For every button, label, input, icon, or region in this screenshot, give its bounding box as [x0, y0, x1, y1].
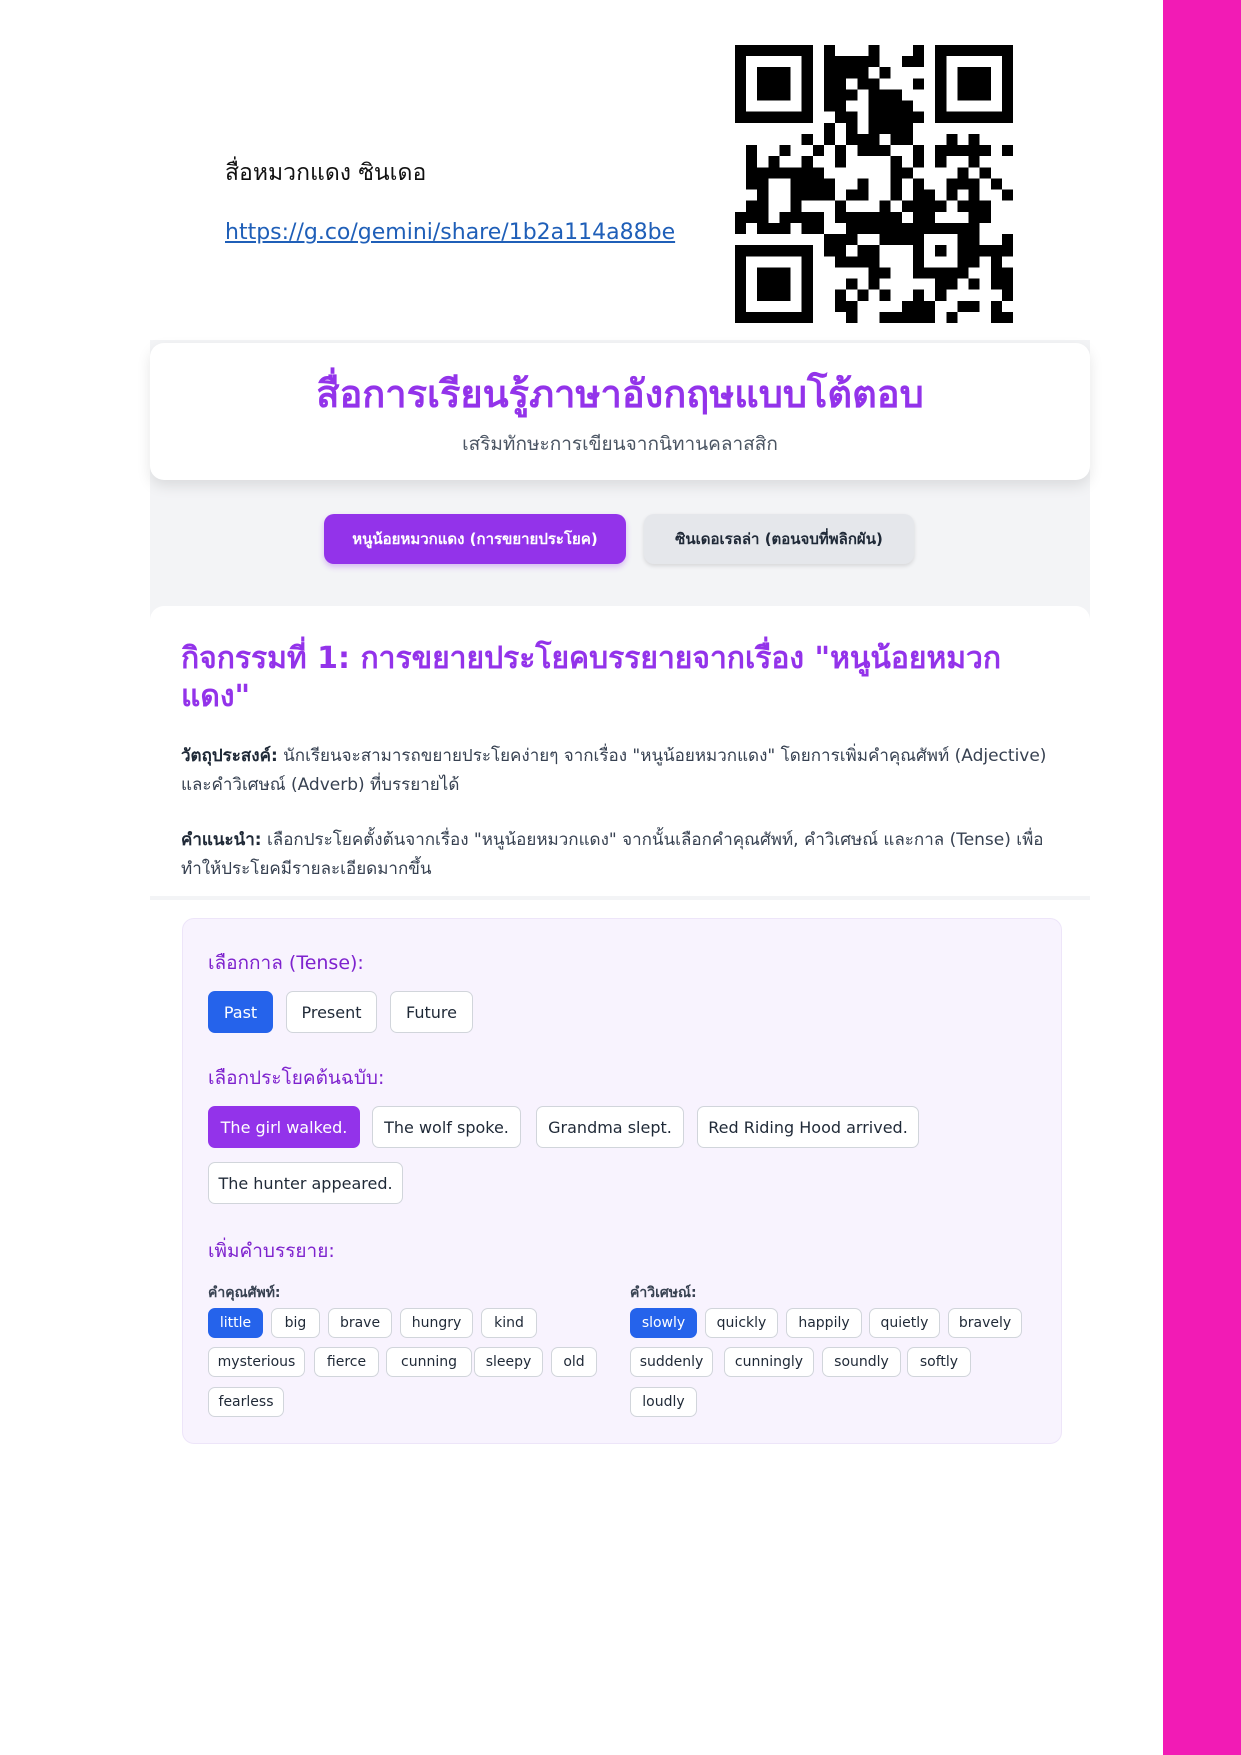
adverb-chip[interactable]: cunningly — [724, 1347, 814, 1377]
adjective-chip[interactable]: brave — [328, 1308, 392, 1338]
adverb-chip[interactable]: slowly — [630, 1308, 697, 1338]
objective-label: วัตถุประสงค์: — [181, 746, 278, 766]
sentence-section-label: เลือกประโยคต้นฉบับ: — [208, 1067, 385, 1089]
sentence-option[interactable]: Grandma slept. — [536, 1106, 684, 1148]
objective-text: นักเรียนจะสามารถขยายประโยคง่ายๆ จากเรื่อ… — [181, 746, 1047, 795]
adjective-chip[interactable]: little — [208, 1308, 263, 1338]
tense-option[interactable]: Past — [208, 991, 273, 1033]
adverb-chip[interactable]: soundly — [822, 1347, 901, 1377]
tab-red-riding-hood[interactable]: หนูน้อยหมวกแดง (การขยายประโยค) — [324, 514, 626, 564]
tense-section-label: เลือกกาล (Tense): — [208, 952, 364, 974]
adjective-chip[interactable]: cunning — [386, 1347, 472, 1377]
tense-option[interactable]: Present — [286, 991, 377, 1033]
adjective-chip[interactable]: fearless — [208, 1387, 284, 1417]
describe-section-label: เพิ่มคำบรรยาย: — [208, 1240, 335, 1262]
adverb-chip[interactable]: loudly — [630, 1387, 697, 1417]
adjective-chip[interactable]: sleepy — [474, 1347, 543, 1377]
adverb-chip[interactable]: suddenly — [630, 1347, 713, 1377]
share-link[interactable]: https://g.co/gemini/share/1b2a114a88be — [225, 220, 675, 245]
sentence-option[interactable]: The wolf spoke. — [372, 1106, 521, 1148]
activity-title: กิจกรรมที่ 1: การขยายประโยคบรรยายจากเรื่… — [181, 641, 1002, 714]
adjective-chip[interactable]: fierce — [314, 1347, 379, 1377]
adjective-chip[interactable]: mysterious — [208, 1347, 305, 1377]
adjective-chip[interactable]: hungry — [400, 1308, 473, 1338]
sentence-option[interactable]: The girl walked. — [208, 1106, 360, 1148]
sentence-option[interactable]: The hunter appeared. — [208, 1162, 403, 1204]
adjective-label: คำคุณศัพท์: — [208, 1285, 281, 1301]
tense-option[interactable]: Future — [390, 991, 473, 1033]
adverb-chip[interactable]: quietly — [869, 1308, 940, 1338]
tab-cinderella[interactable]: ซินเดอเรลล่า (ตอนจบที่พลิกผัน) — [644, 514, 914, 564]
app-header-card: สื่อการเรียนรู้ภาษาอังกฤษแบบโต้ตอบ เสริม… — [150, 343, 1090, 480]
app-title: สื่อการเรียนรู้ภาษาอังกฤษแบบโต้ตอบ — [316, 372, 924, 416]
instruction-paragraph: คำแนะนำ: เลือกประโยคตั้งต้นจากเรื่อง "หน… — [181, 826, 1061, 884]
adverb-chip[interactable]: happily — [786, 1308, 862, 1338]
adjective-chip[interactable]: big — [271, 1308, 320, 1338]
document-title: สื่อหมวกแดง ซินเดอ — [225, 160, 427, 186]
qr-code-icon — [735, 45, 1013, 323]
adjective-chip[interactable]: old — [551, 1347, 597, 1377]
objective-paragraph: วัตถุประสงค์: นักเรียนจะสามารถขยายประโยค… — [181, 742, 1061, 800]
side-accent-bar — [1163, 0, 1241, 1755]
sentence-option[interactable]: Red Riding Hood arrived. — [697, 1106, 919, 1148]
adverb-chip[interactable]: quickly — [705, 1308, 778, 1338]
instruction-text: เลือกประโยคตั้งต้นจากเรื่อง "หนูน้อยหมวก… — [181, 830, 1044, 879]
adverb-chip[interactable]: softly — [907, 1347, 971, 1377]
instruction-label: คำแนะนำ: — [181, 830, 262, 850]
adverb-label: คำวิเศษณ์: — [630, 1285, 697, 1301]
adjective-chip[interactable]: kind — [481, 1308, 537, 1338]
adverb-chip[interactable]: bravely — [948, 1308, 1022, 1338]
app-subtitle: เสริมทักษะการเขียนจากนิทานคลาสสิก — [462, 433, 778, 455]
